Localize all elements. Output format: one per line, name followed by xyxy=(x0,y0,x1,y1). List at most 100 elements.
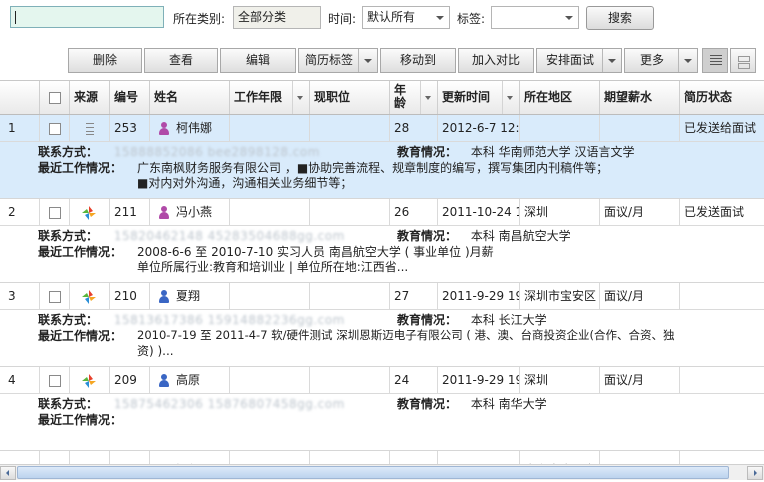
id-cell: 253 xyxy=(110,115,150,141)
time-select[interactable]: 默认所有 xyxy=(362,6,450,29)
scroll-left-button[interactable] xyxy=(0,466,16,480)
male-user-icon xyxy=(158,290,170,303)
current-position-cell xyxy=(310,451,390,465)
location-cell: 深圳 xyxy=(520,199,600,225)
contact-value: 15813617386 15914882236gg.com xyxy=(113,313,345,327)
update-time-cell: 2011-9-29 19 xyxy=(438,451,520,465)
education-value: 本科 南华大学 xyxy=(470,397,547,411)
category-label: 所在类别: xyxy=(173,12,226,26)
salary-cell: 面议/月 xyxy=(600,199,680,225)
recent-work-label: 最近工作情况： xyxy=(38,161,123,175)
age-cell: 28 xyxy=(390,115,438,141)
source-cell xyxy=(70,367,110,393)
document-icon xyxy=(86,122,94,135)
contact-value: 15888852086 bee2898128.com xyxy=(113,145,320,159)
chevron-right-icon xyxy=(754,470,757,476)
row-number-header xyxy=(0,81,40,114)
filter-bar: 所在类别: 全部分类 时间: 默认所有 标签: 搜索 xyxy=(0,0,764,40)
resume-tag-button[interactable]: 简历标签 xyxy=(298,48,378,73)
table-row[interactable]: 2 211 冯小燕 26 2011-10-24 15 深圳 面议/月 已发送面试… xyxy=(0,199,764,283)
work-years-cell xyxy=(230,283,310,309)
education-section: 教育情况： 本科 华南师范大学 汉语言文学 xyxy=(397,143,634,160)
edit-button[interactable]: 编辑 xyxy=(220,48,296,73)
contact-label: 联系方式： xyxy=(38,397,99,411)
keyword-search-input[interactable] xyxy=(10,6,164,28)
table-row[interactable]: 4 209 高原 24 2011-9-29 19 深圳 面议/月 联系方式： 1… xyxy=(0,367,764,451)
add-compare-button[interactable]: 加入对比 xyxy=(458,48,534,73)
name-cell[interactable]: 柯伟娜 xyxy=(150,115,230,141)
view-button[interactable]: 查看 xyxy=(144,48,218,73)
education-value: 本科 华南师范大学 汉语言文学 xyxy=(470,145,635,159)
sort-dropdown-icon[interactable] xyxy=(420,81,437,114)
table-row[interactable]: 5 208 梁仁 24 2011-9-29 19 广东省广州市 面议/月 xyxy=(0,451,764,465)
row-main: 1 253 柯伟娜 28 2012-6-7 12:2 已发送给面试 xyxy=(0,115,764,142)
table-row[interactable]: 1 253 柯伟娜 28 2012-6-7 12:2 已发送给面试 联系方式： … xyxy=(0,115,764,199)
column-header-update-time[interactable]: 更新时间 xyxy=(438,81,520,114)
column-header-salary[interactable]: 期望薪水 xyxy=(600,81,680,114)
name-cell[interactable]: 高原 xyxy=(150,367,230,393)
more-label: 更多 xyxy=(639,53,664,67)
source-cell xyxy=(70,451,110,465)
column-header-source[interactable]: 来源 xyxy=(70,81,110,114)
select-all-checkbox[interactable] xyxy=(49,91,61,104)
move-to-button[interactable]: 移动到 xyxy=(380,48,456,73)
card-view-icon[interactable] xyxy=(730,48,756,73)
search-button[interactable]: 搜索 xyxy=(586,6,654,30)
row-checkbox-cell xyxy=(40,115,70,141)
recent-work-label: 最近工作情况： xyxy=(38,329,123,343)
work-years-cell xyxy=(230,367,310,393)
name-cell[interactable]: 夏翔 xyxy=(150,283,230,309)
more-dropdown[interactable] xyxy=(678,49,697,72)
tag-select[interactable] xyxy=(491,6,579,29)
column-header-status[interactable]: 简历状态 xyxy=(680,81,764,114)
column-header-current-position[interactable]: 现职位 xyxy=(310,81,390,114)
update-time-cell: 2011-10-24 15 xyxy=(438,199,520,225)
male-user-icon xyxy=(158,374,170,387)
resume-tag-dropdown[interactable] xyxy=(358,49,377,72)
row-checkbox[interactable] xyxy=(49,290,61,303)
contact-section: 联系方式： 15813617386 15914882236gg.com xyxy=(38,311,345,328)
scroll-right-button[interactable] xyxy=(747,466,763,480)
table-row[interactable]: 3 210 夏翔 27 2011-9-29 19 深圳市宝安区 面议/月 联系方… xyxy=(0,283,764,367)
contact-label: 联系方式： xyxy=(38,229,99,243)
recent-work-line: ■对内对外沟通，沟通相关业务细节等； xyxy=(137,176,353,190)
age-cell: 27 xyxy=(390,283,438,309)
education-section: 教育情况： 本科 南华大学 xyxy=(397,395,547,412)
name-cell[interactable]: 梁仁 xyxy=(150,451,230,465)
row-checkbox[interactable] xyxy=(49,374,61,387)
row-index: 1 xyxy=(0,115,40,141)
action-toolbar: 删除 查看 编辑 简历标签 移动到 加入对比 安排面试 更多 xyxy=(0,46,764,74)
location-cell xyxy=(520,115,600,141)
schedule-interview-button[interactable]: 安排面试 xyxy=(536,48,622,73)
column-header-work-years[interactable]: 工作年限 xyxy=(230,81,310,114)
list-view-icon[interactable] xyxy=(702,48,728,73)
current-position-cell xyxy=(310,199,390,225)
column-header-age[interactable]: 年龄 xyxy=(390,81,438,114)
sort-dropdown-icon[interactable] xyxy=(502,81,519,114)
colorful-logo-icon xyxy=(82,289,96,304)
update-time-cell: 2011-9-29 19 xyxy=(438,367,520,393)
more-button[interactable]: 更多 xyxy=(624,48,698,73)
current-position-cell xyxy=(310,283,390,309)
schedule-interview-dropdown[interactable] xyxy=(602,49,621,72)
female-user-icon xyxy=(158,206,170,219)
contact-value: 15820462148 45283504688gg.com xyxy=(113,229,345,243)
delete-button[interactable]: 删除 xyxy=(68,48,142,73)
column-header-id[interactable]: 编号 xyxy=(110,81,150,114)
scrollbar-thumb[interactable] xyxy=(17,466,729,479)
work-years-header-label: 工作年限 xyxy=(234,90,283,104)
candidate-name: 夏翔 xyxy=(176,289,201,303)
row-checkbox-cell xyxy=(40,283,70,309)
sort-dropdown-icon[interactable] xyxy=(292,81,309,114)
column-header-location[interactable]: 所在地区 xyxy=(520,81,600,114)
column-header-name[interactable]: 姓名 xyxy=(150,81,230,114)
source-cell xyxy=(70,283,110,309)
time-select-value: 默认所有 xyxy=(367,10,416,24)
row-checkbox[interactable] xyxy=(49,122,61,135)
category-field[interactable]: 全部分类 xyxy=(233,6,321,29)
current-position-cell xyxy=(310,115,390,141)
row-checkbox[interactable] xyxy=(49,206,61,219)
horizontal-scrollbar[interactable] xyxy=(0,464,764,480)
name-cell[interactable]: 冯小燕 xyxy=(150,199,230,225)
update-time-header-label: 更新时间 xyxy=(442,90,491,104)
